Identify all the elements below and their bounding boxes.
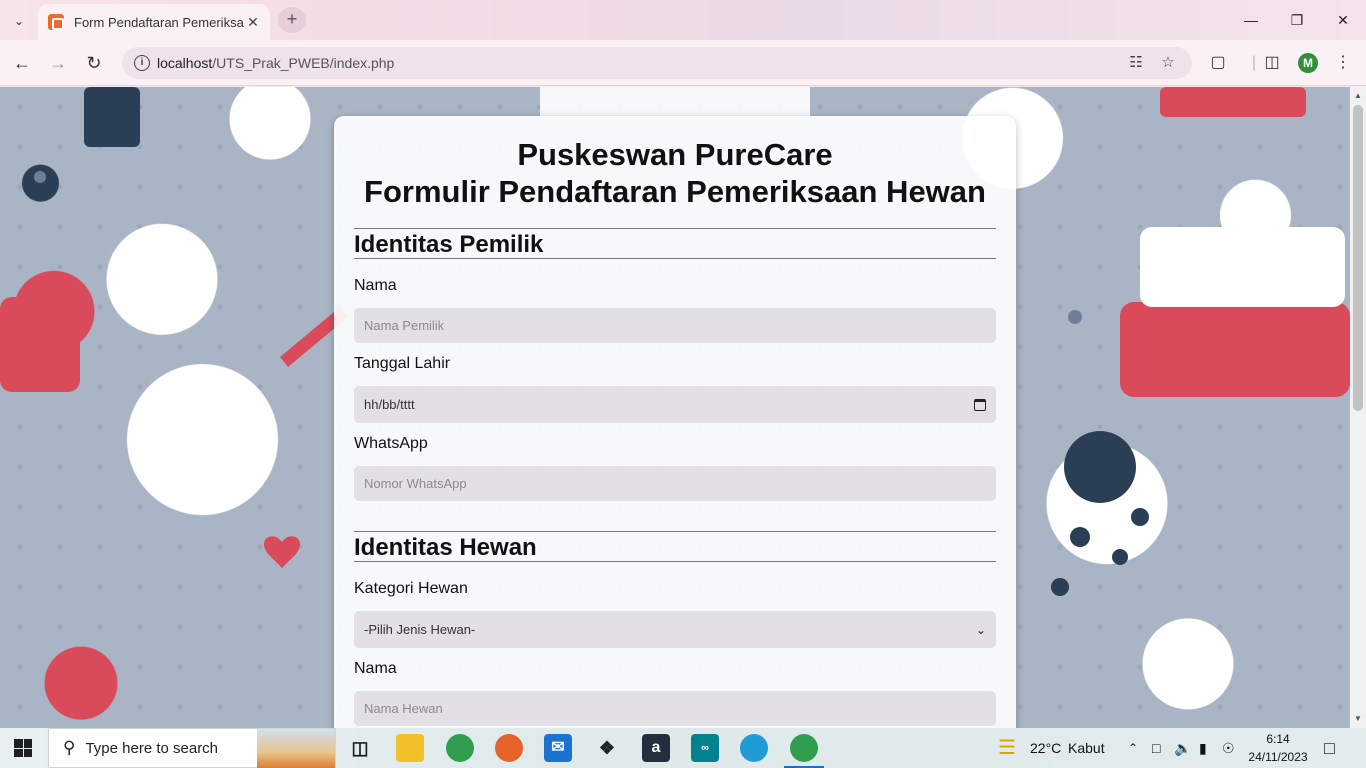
pet-name-input[interactable]: Nama Hewan: [354, 691, 996, 726]
reload-icon[interactable]: ↻: [81, 50, 107, 76]
scrollbar-thumb[interactable]: [1353, 105, 1363, 411]
tab-search-chevron-icon[interactable]: ⌄: [6, 8, 32, 34]
weather-desc[interactable]: Kabut: [1068, 728, 1105, 768]
show-hidden-icons-chevron-icon[interactable]: ⌃: [1128, 728, 1138, 768]
new-tab-plus-icon[interactable]: +: [278, 7, 306, 33]
tab-close-icon[interactable]: ✕: [244, 13, 262, 31]
clock-date[interactable]: 24/11/2023: [1246, 750, 1310, 764]
kebab-menu-icon[interactable]: ⋮: [1332, 52, 1354, 74]
pet-category-select[interactable]: -Pilih Jenis Hewan- ⌄: [354, 611, 996, 648]
chrome-icon[interactable]: [446, 734, 474, 762]
page-background: Puskeswan PureCare Formulir Pendaftaran …: [0, 87, 1350, 728]
dob-date-input[interactable]: hh/bb/tttt: [354, 386, 996, 423]
edge-icon[interactable]: [740, 734, 768, 762]
dob-label: Tanggal Lahir: [354, 355, 451, 372]
browser-toolbar: ← → ↻ i localhost/UTS_Prak_PWEB/index.ph…: [0, 40, 1366, 86]
calendar-icon[interactable]: [974, 398, 986, 411]
file-explorer-icon[interactable]: [396, 734, 424, 762]
tab-strip: ⌄ Form Pendaftaran Pemeriksaan ✕ + — ❐ ✕: [0, 0, 1366, 40]
windows-start-icon[interactable]: [14, 739, 32, 757]
site-info-icon[interactable]: i: [134, 55, 150, 71]
weather-fog-icon[interactable]: ☰: [998, 728, 1016, 768]
url-host: localhost: [157, 55, 213, 71]
form-title: Formulir Pendaftaran Pemeriksaan Hewan: [364, 174, 986, 209]
whatsapp-input[interactable]: Nomor WhatsApp: [354, 466, 996, 501]
amazon-icon[interactable]: a: [642, 734, 670, 762]
tab-title: Form Pendaftaran Pemeriksaan: [74, 14, 244, 30]
language-globe-icon[interactable]: ☉: [1222, 728, 1235, 768]
chevron-down-icon: ⌄: [975, 622, 986, 637]
dropbox-icon[interactable]: ❖: [593, 734, 621, 762]
back-arrow-icon[interactable]: ←: [9, 50, 35, 76]
url-path: /UTS_Prak_PWEB/index.php: [212, 55, 395, 71]
owner-name-input[interactable]: Nama Pemilik: [354, 308, 996, 343]
page-scrollbar[interactable]: ▲ ▼: [1350, 87, 1366, 728]
chrome-profile-icon[interactable]: [784, 734, 824, 768]
url-text[interactable]: localhost/UTS_Prak_PWEB/index.php: [157, 55, 394, 71]
xampp-favicon-icon: [48, 14, 64, 30]
close-window-icon[interactable]: ✕: [1320, 0, 1366, 40]
whatsapp-label: WhatsApp: [354, 435, 428, 452]
notification-icon[interactable]: □: [1324, 728, 1335, 768]
search-highlight-illustration: [257, 729, 335, 768]
owner-name-label: Nama: [354, 277, 397, 294]
scroll-up-icon[interactable]: ▲: [1354, 91, 1362, 100]
browser-tab[interactable]: Form Pendaftaran Pemeriksaan ✕: [38, 4, 270, 40]
side-panel-icon[interactable]: ◫: [1261, 52, 1283, 74]
registration-form-card: Puskeswan PureCare Formulir Pendaftaran …: [334, 116, 1016, 728]
task-view-icon[interactable]: ◫: [346, 734, 374, 762]
restore-icon[interactable]: ❐: [1274, 0, 1320, 40]
minimize-icon[interactable]: —: [1228, 0, 1274, 40]
pet-category-label: Kategori Hewan: [354, 580, 468, 597]
firefox-icon[interactable]: [495, 734, 523, 762]
mail-icon[interactable]: ✉: [544, 734, 572, 762]
meet-now-icon[interactable]: □: [1152, 728, 1160, 768]
pet-name-label: Nama: [354, 660, 397, 677]
scroll-down-icon[interactable]: ▼: [1354, 714, 1362, 723]
pet-name-placeholder: Nama Hewan: [364, 701, 443, 716]
clinic-name: Puskeswan PureCare: [517, 137, 833, 172]
arduino-icon[interactable]: ∞: [691, 734, 719, 762]
taskbar-search-box[interactable]: ⚲ Type here to search: [48, 728, 336, 768]
address-bar[interactable]: i localhost/UTS_Prak_PWEB/index.php ☷ ☆: [122, 47, 1192, 79]
pet-category-selected: -Pilih Jenis Hewan-: [364, 622, 476, 637]
windows-taskbar: ⚲ Type here to search ◫ ✉ ❖ a ∞ ☰ 22°C K…: [0, 728, 1366, 768]
owner-name-placeholder: Nama Pemilik: [364, 318, 445, 333]
whatsapp-placeholder: Nomor WhatsApp: [364, 476, 467, 491]
battery-icon[interactable]: ▮: [1199, 728, 1207, 768]
dob-value: hh/bb/tttt: [364, 397, 415, 412]
speaker-muted-icon[interactable]: 🔈: [1174, 728, 1191, 768]
bookmark-star-icon[interactable]: ☆: [1158, 53, 1178, 73]
owner-section-heading: Identitas Pemilik: [354, 231, 544, 258]
search-icon: ⚲: [63, 738, 76, 757]
extensions-puzzle-icon[interactable]: ▢: [1207, 52, 1229, 74]
pet-section-heading: Identitas Hewan: [354, 534, 537, 561]
forward-arrow-icon[interactable]: →: [45, 50, 71, 76]
page-title: Puskeswan PureCare Formulir Pendaftaran …: [354, 136, 996, 210]
owner-section-header: Identitas Pemilik: [354, 228, 996, 259]
taskbar-search-text: Type here to search: [85, 739, 219, 757]
weather-temp[interactable]: 22°C: [1030, 728, 1061, 768]
clock-time[interactable]: 6:14: [1246, 732, 1310, 746]
translate-icon[interactable]: ☷: [1126, 53, 1146, 73]
profile-avatar[interactable]: M: [1298, 53, 1318, 73]
pet-section-header: Identitas Hewan: [354, 531, 996, 562]
